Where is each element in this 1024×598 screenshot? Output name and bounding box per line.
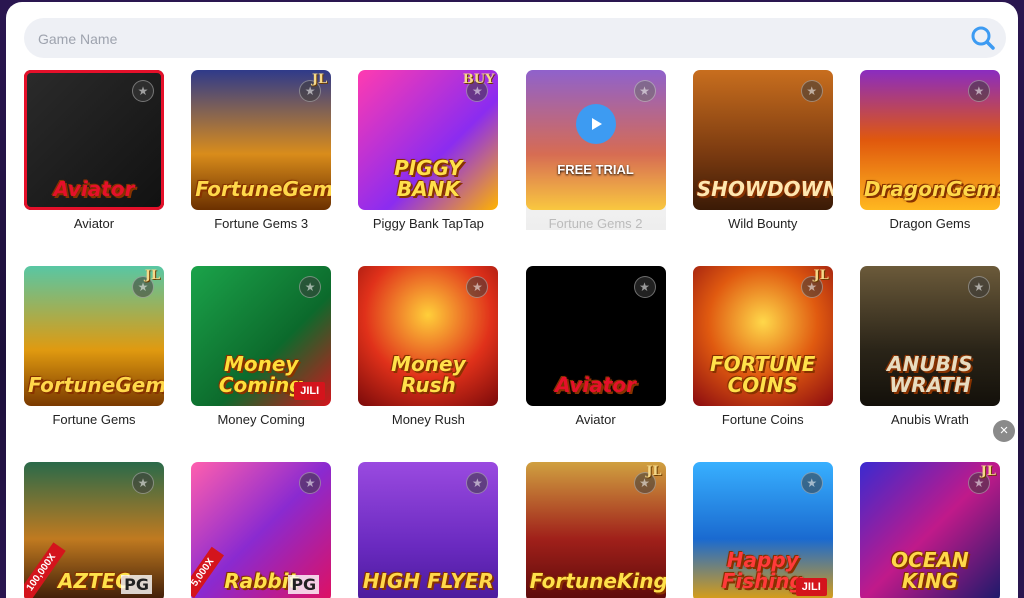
game-card[interactable]: FortuneKing★JLFortune King Jackpot [525,462,666,598]
game-card[interactable]: PIGGY BANK ★ BUY Piggy Bank TapTap [358,70,499,231]
game-name-label: Fortune Gems [52,412,136,427]
game-grid: Aviator★AviatorFortuneGems3★JLFortune Ge… [24,70,1006,598]
game-thumbnail[interactable]: AZTEC ★ PG 100,000X [24,462,164,598]
game-card[interactable]: Rabbit★PG5,000XFortune Rabbit [191,462,332,598]
game-art-title: SHOWDOWN [696,177,833,201]
game-thumbnail[interactable]: Aviator ★ [525,266,666,406]
provider-badge: PG [288,575,320,594]
game-thumbnail[interactable]: DragonGems ★ [859,70,1000,210]
free-trial-overlay[interactable]: FREE TRIAL [525,70,666,210]
game-art-title: ANUBIS WRATH [887,352,973,397]
game-card[interactable]: FORTUNE COINS ★ JL Fortune Coins [692,266,833,427]
game-card[interactable]: HIGH FLYER★High Flyer [358,462,499,598]
game-art-title: FortuneGems [28,373,164,397]
game-card[interactable]: DragonGems ★ Dragon Gems [859,70,1000,231]
game-thumbnail[interactable]: FORTUNE COINS ★ JL [692,266,833,406]
game-card[interactable]: AZTEC★PG100,000XTreasures of Aztec [24,462,164,598]
game-card[interactable]: ★ FREE TRIAL Fortune Gems 2 [525,70,666,231]
game-thumbnail[interactable]: FortuneGems ★ JL [24,266,164,406]
favorite-star-icon[interactable]: ★ [633,276,656,298]
game-thumbnail[interactable]: ★ FREE TRIAL [525,70,666,210]
game-card[interactable]: Happy Fishing★JILIHappy Fishing [692,462,833,598]
provider-badge: JL [980,464,996,479]
favorite-star-icon[interactable]: ★ [800,472,823,494]
game-art-title: Aviator [555,373,637,397]
game-card[interactable]: Aviator ★ Aviator [525,266,666,427]
game-name-label: Fortune Gems 3 [214,216,309,231]
game-art-title: FortuneGems3 [195,177,331,201]
search-icon[interactable] [970,25,996,51]
game-panel: Aviator★AviatorFortuneGems3★JLFortune Ge… [6,2,1018,598]
game-thumbnail[interactable]: FortuneKing ★ JL [525,462,666,598]
game-name-label: Dragon Gems [889,216,971,231]
game-thumbnail[interactable]: Aviator ★ [24,70,164,210]
search-input[interactable] [36,26,940,52]
provider-badge: JL [646,464,662,479]
favorite-star-icon[interactable]: ★ [132,472,154,494]
provider-badge: JL [813,268,829,283]
game-name-label: Wild Bounty [728,216,798,231]
provider-badge: PG [121,575,152,594]
provider-badge: JILI [795,578,827,596]
game-name-label: Aviator [73,216,115,231]
game-thumbnail[interactable]: Happy Fishing ★ JILI [692,462,833,598]
favorite-star-icon[interactable]: ★ [299,472,322,494]
provider-badge: JILI [294,382,326,400]
game-card[interactable]: SHOWDOWN ★ Wild Bounty [692,70,833,231]
game-card[interactable]: FortuneGems ★ JL Fortune Gems [24,266,164,427]
game-thumbnail[interactable]: HIGH FLYER ★ [358,462,499,598]
game-thumbnail[interactable]: Money Coming ★ JILI [191,266,332,406]
favorite-star-icon[interactable]: ★ [967,80,990,102]
game-name-label: Money Coming [217,412,305,427]
provider-badge: JL [144,268,160,283]
game-name-label: Aviator [575,412,616,427]
game-art-title: OCEAN KING [891,548,969,593]
game-thumbnail[interactable]: FortuneGems3★JL [191,70,332,210]
game-thumbnail[interactable]: PIGGY BANK ★ BUY [358,70,499,210]
provider-badge: BUY [462,72,495,87]
game-name-label: Fortune Gems 2 [548,216,643,231]
provider-badge: JL [311,72,328,87]
game-thumbnail[interactable]: OCEAN KING ★ JL [859,462,1000,598]
game-name-label: Anubis Wrath [891,412,969,427]
favorite-star-icon[interactable]: ★ [466,276,489,298]
game-card[interactable]: Money Coming ★ JILI Money Coming [191,266,332,427]
game-thumbnail[interactable]: SHOWDOWN ★ [692,70,833,210]
game-art-title: FortuneKing [529,569,666,593]
game-card[interactable]: Aviator ★ Aviator [24,70,164,231]
favorite-star-icon[interactable]: ★ [299,276,322,298]
game-card[interactable]: OCEAN KING★JLOcean King Jackpot [859,462,1000,598]
game-thumbnail[interactable]: Rabbit ★ PG 5,000X [191,462,332,598]
search-bar [24,18,1006,58]
game-art-title: FORTUNE COINS [710,352,816,397]
game-art-title: Aviator [53,177,135,201]
game-card[interactable]: ANUBIS WRATH ★ Anubis Wrath [859,266,1000,427]
game-card[interactable]: FortuneGems3★JL Fortune Gems 3 [191,70,332,231]
game-thumbnail[interactable]: Money Rush ★ [358,266,499,406]
free-trial-label[interactable]: FREE TRIAL [557,162,634,177]
favorite-star-icon[interactable]: ★ [466,472,489,494]
game-card[interactable]: Money Rush ★ Money Rush [358,266,499,427]
favorite-star-icon[interactable]: ★ [967,276,990,298]
game-art-title: Money Rush [391,352,466,397]
game-art-title: PIGGY BANK [394,156,463,201]
game-art-title: HIGH FLYER [362,569,494,593]
game-name-label: Money Rush [391,412,465,427]
favorite-star-icon[interactable]: ★ [132,80,154,102]
play-icon[interactable] [575,103,616,144]
favorite-star-icon[interactable]: ★ [800,80,823,102]
game-name-label: Fortune Coins [721,412,804,427]
game-name-label: Piggy Bank TapTap [372,216,484,231]
game-thumbnail[interactable]: ANUBIS WRATH ★ [859,266,1000,406]
game-art-title: DragonGems [863,177,1000,201]
side-scroll-strip [1012,0,1024,598]
